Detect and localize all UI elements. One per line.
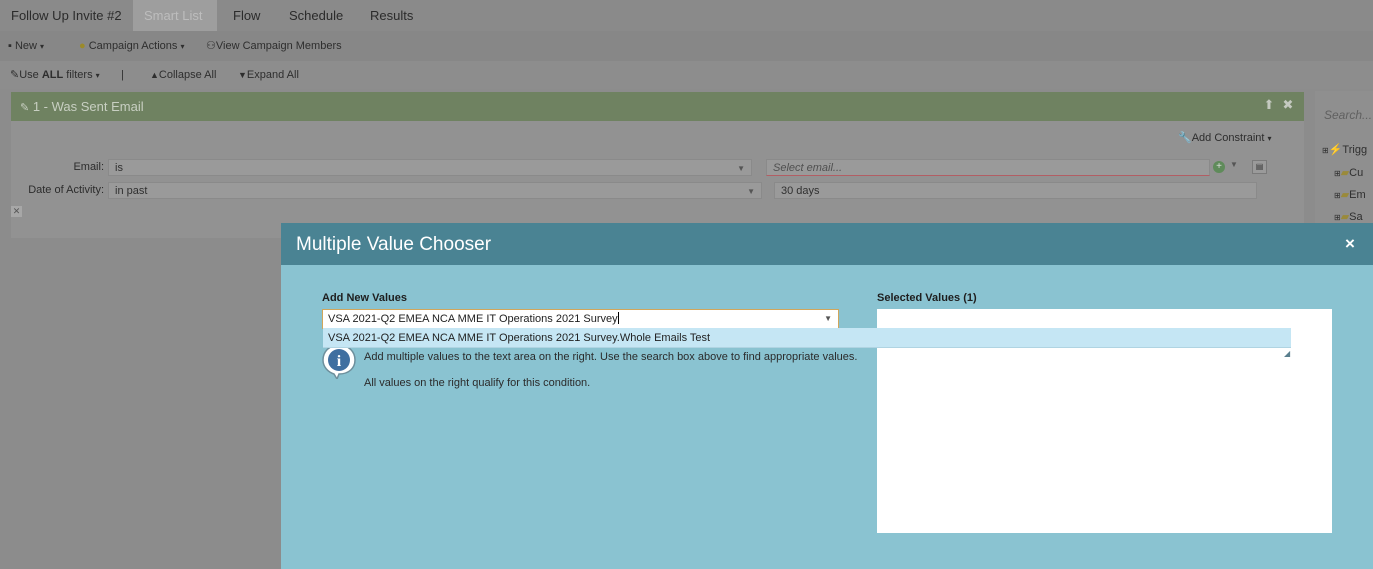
chevron-down-icon: ▾ <box>1267 134 1272 143</box>
pencil-icon: ✎ <box>10 69 20 81</box>
close-icon[interactable]: ✖ <box>1281 98 1295 112</box>
expand-tree-icon: ⊞ <box>1334 191 1341 200</box>
add-new-values-label: Add New Values <box>322 292 407 304</box>
collapse-icon: ▲ <box>150 70 159 80</box>
date-activity-label: Date of Activity: <box>28 184 104 196</box>
expand-all-button[interactable]: ▼Expand All <box>238 61 299 89</box>
chevron-down-icon: ▾ <box>40 42 45 51</box>
new-icon: ▪ <box>8 40 12 52</box>
palette-item-label: Trigg <box>1342 144 1368 156</box>
expand-icon: ▼ <box>238 70 247 80</box>
collapse-all-label: Collapse All <box>158 69 217 81</box>
date-operator-select[interactable]: in past ▼ <box>108 182 762 199</box>
move-up-icon[interactable]: ⬆ <box>1262 98 1276 112</box>
dialog-title: Multiple Value Chooser <box>296 234 492 255</box>
resize-grip-icon[interactable]: ◢ <box>1284 349 1290 358</box>
palette-search-input[interactable]: Search... <box>1324 108 1372 122</box>
expand-tree-icon: ⊞ <box>1334 169 1341 178</box>
remove-row-icon[interactable]: ✕ <box>11 206 22 217</box>
email-picker-icon[interactable]: ▤ <box>1252 160 1267 174</box>
campaign-actions-button[interactable]: ● Campaign Actions ▾ <box>79 31 184 61</box>
use-suffix: filters <box>66 69 93 81</box>
palette-item[interactable]: ⊞▰Sa <box>1334 210 1363 223</box>
palette-item-triggers[interactable]: ⊞⚡Trigg <box>1322 143 1367 156</box>
folder-icon: ▰ <box>1340 189 1350 201</box>
add-icon[interactable]: + <box>1213 161 1225 173</box>
expand-all-label: Expand All <box>246 69 299 81</box>
email-value-input[interactable]: Select email... <box>766 159 1210 176</box>
email-placeholder: Select email... <box>773 162 843 174</box>
tab-results[interactable]: Results <box>359 0 424 31</box>
chevron-down-icon[interactable]: ▼ <box>1230 160 1238 169</box>
svg-text:i: i <box>337 353 342 370</box>
view-members-label: View Campaign Members <box>215 40 342 52</box>
value-search-combobox[interactable]: VSA 2021-Q2 EMEA NCA MME IT Operations 2… <box>322 309 839 329</box>
info-icon: i <box>322 344 356 379</box>
close-icon[interactable]: × <box>1341 233 1359 255</box>
palette-item[interactable]: ⊞▰Em <box>1334 188 1366 201</box>
tab-flow[interactable]: Flow <box>222 0 271 31</box>
add-constraint-button[interactable]: 🔧Add Constraint ▾ <box>1178 131 1272 144</box>
palette-item-label: Em <box>1349 189 1366 201</box>
expand-tree-icon: ⊞ <box>1334 213 1341 222</box>
folder-icon: ▰ <box>1340 167 1350 179</box>
palette-item-label: Sa <box>1349 211 1363 223</box>
chevron-down-icon: ▾ <box>95 71 100 80</box>
filter-title: ✎ 1 - Was Sent Email <box>20 92 144 123</box>
filter-header[interactable] <box>11 92 1304 121</box>
palette-item[interactable]: ⊞▰Cu <box>1334 166 1363 179</box>
separator: | <box>121 69 124 81</box>
use-all-filters-toggle[interactable]: ✎Use ALL filters ▾ <box>10 61 100 89</box>
date-operator-value: in past <box>115 185 148 197</box>
help-text-line1: Add multiple values to the text area on … <box>364 351 858 363</box>
use-prefix: Use <box>19 69 39 81</box>
pencil-icon: ✎ <box>20 102 30 114</box>
filter-title-text: 1 - Was Sent Email <box>32 99 144 114</box>
collapse-all-button[interactable]: ▲Collapse All <box>150 61 216 89</box>
chevron-down-icon: ▼ <box>747 187 755 196</box>
selected-values-label: Selected Values (1) <box>877 292 977 304</box>
text-cursor <box>617 312 619 324</box>
new-menu-button[interactable]: ▪ New ▾ <box>8 31 44 61</box>
new-label: New <box>14 40 37 52</box>
expand-tree-icon: ⊞ <box>1322 146 1329 155</box>
help-text-line2: All values on the right qualify for this… <box>364 377 591 389</box>
email-operator-select[interactable]: is ▼ <box>108 159 752 176</box>
value-search-text: VSA 2021-Q2 EMEA NCA MME IT Operations 2… <box>328 313 618 325</box>
members-icon: ⚇ <box>206 40 216 52</box>
email-label: Email: <box>73 161 104 173</box>
chevron-down-icon: ▾ <box>180 42 185 51</box>
date-value: 30 days <box>781 185 820 197</box>
lightbulb-icon: ● <box>79 40 86 52</box>
campaign-actions-label: Campaign Actions <box>88 40 178 52</box>
tab-schedule[interactable]: Schedule <box>278 0 354 31</box>
lightning-icon: ⚡ <box>1328 144 1343 156</box>
tab-smart-list[interactable]: Smart List <box>133 0 217 31</box>
email-operator-value: is <box>115 162 123 174</box>
folder-icon: ▰ <box>1340 211 1350 223</box>
tab-program-name[interactable]: Follow Up Invite #2 <box>0 0 133 31</box>
view-campaign-members-button[interactable]: ⚇View Campaign Members <box>206 31 342 61</box>
chevron-down-icon[interactable]: ▼ <box>824 310 832 328</box>
date-value-input[interactable]: 30 days <box>774 182 1257 199</box>
suggestion-item[interactable]: VSA 2021-Q2 EMEA NCA MME IT Operations 2… <box>323 328 1291 348</box>
wrench-icon: 🔧 <box>1178 132 1192 144</box>
palette-item-label: Cu <box>1349 167 1364 179</box>
chevron-down-icon: ▼ <box>737 164 745 173</box>
add-constraint-label: Add Constraint <box>1191 132 1265 144</box>
use-all-emphasis: ALL <box>41 69 64 81</box>
